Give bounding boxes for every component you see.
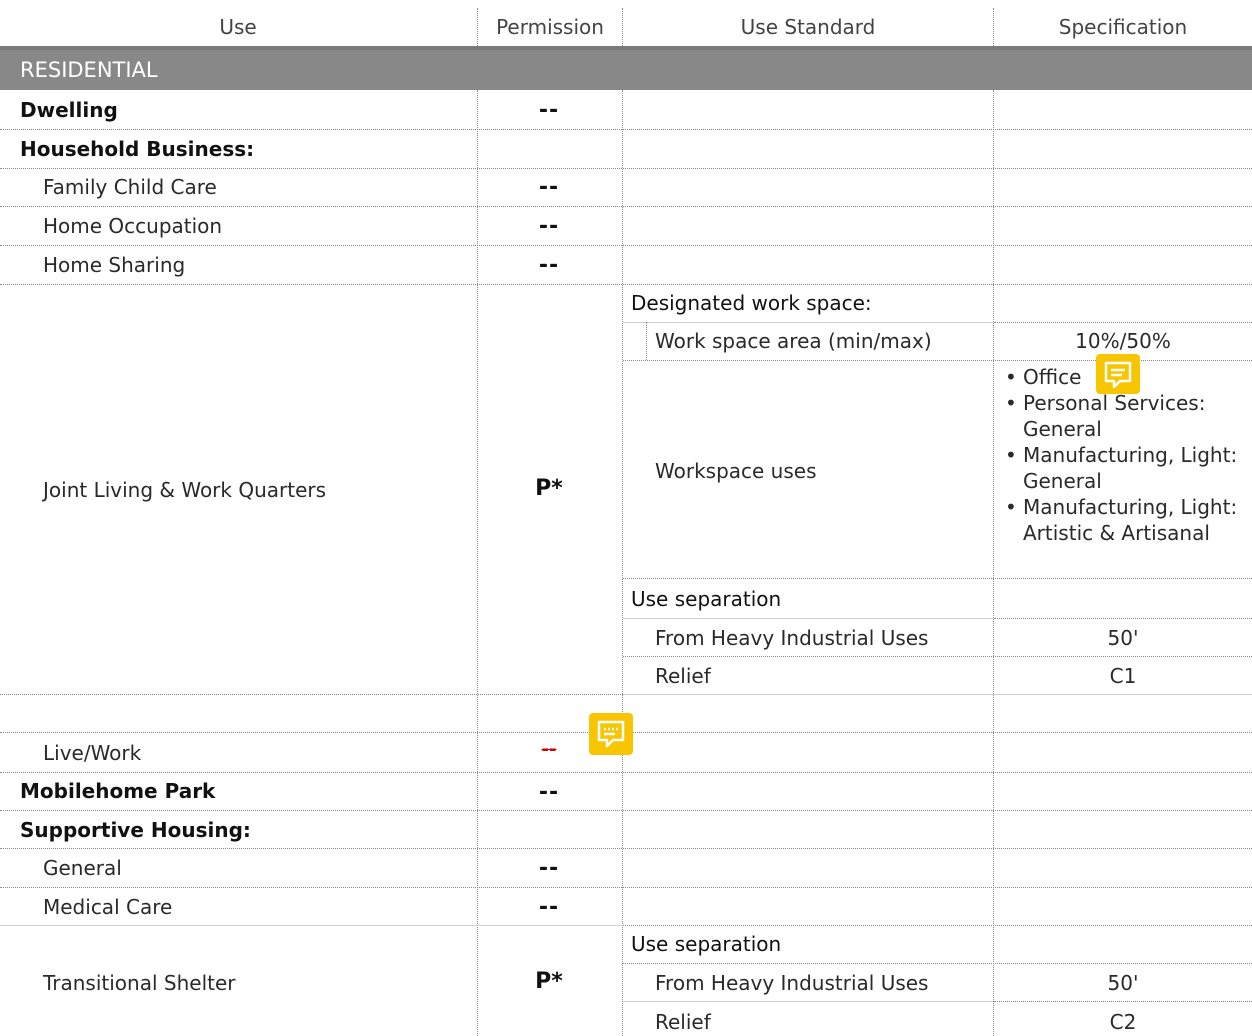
use-joint-living-work-quarters: Joint Living & Work Quarters xyxy=(43,478,327,502)
indent-divider xyxy=(646,322,647,360)
list-item: Personal Services: General xyxy=(1003,390,1243,442)
comment-note-glyph xyxy=(1104,361,1132,389)
row-divider xyxy=(0,925,623,926)
permission-home-sharing: -- xyxy=(538,253,560,278)
permission-home-occupation: -- xyxy=(538,214,560,239)
column-divider xyxy=(993,90,994,1036)
row-divider xyxy=(623,963,1252,964)
use-family-child-care: Family Child Care xyxy=(43,175,217,199)
use-household-business: Household Business: xyxy=(20,137,255,161)
row-divider xyxy=(623,360,1252,361)
use-supportive-housing: Supportive Housing: xyxy=(20,818,251,842)
row-divider xyxy=(0,694,623,695)
list-item: Manufacturing, Light: General xyxy=(1003,442,1243,494)
row-divider xyxy=(0,245,1252,246)
section-bar: RESIDENTIAL xyxy=(0,50,1252,90)
standard-work-space-area: Work space area (min/max) xyxy=(655,329,932,353)
spec-relief: C1 xyxy=(1109,664,1137,688)
header-use-standard: Use Standard xyxy=(740,15,876,39)
standard-workspace-uses: Workspace uses xyxy=(655,459,817,483)
row-divider xyxy=(0,810,1252,811)
permission-family-child-care: -- xyxy=(538,175,560,200)
row-divider xyxy=(623,322,993,323)
use-general: General xyxy=(43,856,122,880)
comment-note-icon[interactable] xyxy=(589,713,633,755)
use-transitional-shelter: Transitional Shelter xyxy=(43,971,236,995)
header-use: Use xyxy=(219,15,257,39)
row-divider xyxy=(0,206,1252,207)
row-divider xyxy=(994,322,1252,323)
row-divider xyxy=(0,168,1252,169)
standard-relief: Relief xyxy=(655,1010,711,1034)
spec-from-heavy-industrial: 50' xyxy=(1107,626,1139,650)
row-divider xyxy=(623,618,993,619)
row-divider xyxy=(623,578,1252,579)
row-divider xyxy=(0,284,1252,285)
permission-dwelling: -- xyxy=(538,98,560,123)
column-divider xyxy=(622,90,623,1036)
standard-use-separation: Use separation xyxy=(631,587,782,611)
section-title: RESIDENTIAL xyxy=(20,58,158,82)
permission-medical-care: -- xyxy=(538,895,560,920)
spec-work-space-area: 10%/50% xyxy=(1075,329,1171,353)
comment-note-icon[interactable] xyxy=(1096,354,1140,394)
header-specification: Specification xyxy=(1058,15,1188,39)
permission-transitional-shelter: P* xyxy=(535,969,563,994)
row-divider xyxy=(994,1001,1252,1002)
permission-joint-living: P* xyxy=(535,476,563,501)
standard-from-heavy-industrial: From Heavy Industrial Uses xyxy=(655,626,929,650)
use-mobilehome-park: Mobilehome Park xyxy=(20,779,216,803)
row-divider xyxy=(0,887,1252,888)
row-divider xyxy=(623,656,1252,657)
permission-mobilehome-park: -- xyxy=(538,780,560,805)
row-divider xyxy=(623,925,1252,926)
spec-from-heavy-industrial: 50' xyxy=(1107,971,1139,995)
row-divider xyxy=(0,129,1252,130)
use-home-sharing: Home Sharing xyxy=(43,253,186,277)
permission-general: -- xyxy=(538,856,560,881)
row-divider xyxy=(0,772,1252,773)
comment-note-glyph xyxy=(597,720,625,748)
use-dwelling: Dwelling xyxy=(20,98,118,122)
row-divider xyxy=(623,1001,993,1002)
header-permission: Permission xyxy=(496,15,604,39)
standard-use-separation: Use separation xyxy=(631,932,782,956)
use-home-occupation: Home Occupation xyxy=(43,214,223,238)
standard-from-heavy-industrial: From Heavy Industrial Uses xyxy=(655,971,929,995)
row-divider xyxy=(623,694,1252,695)
use-medical-care: Medical Care xyxy=(43,895,173,919)
use-live-work: Live/Work xyxy=(43,741,142,765)
list-item: Manufacturing, Light: Artistic & Artisan… xyxy=(1003,494,1243,546)
spec-relief: C2 xyxy=(1109,1010,1137,1034)
standard-designated-work-space: Designated work space: xyxy=(631,291,872,315)
standard-relief: Relief xyxy=(655,664,711,688)
row-divider xyxy=(0,848,1252,849)
row-divider xyxy=(994,618,1252,619)
